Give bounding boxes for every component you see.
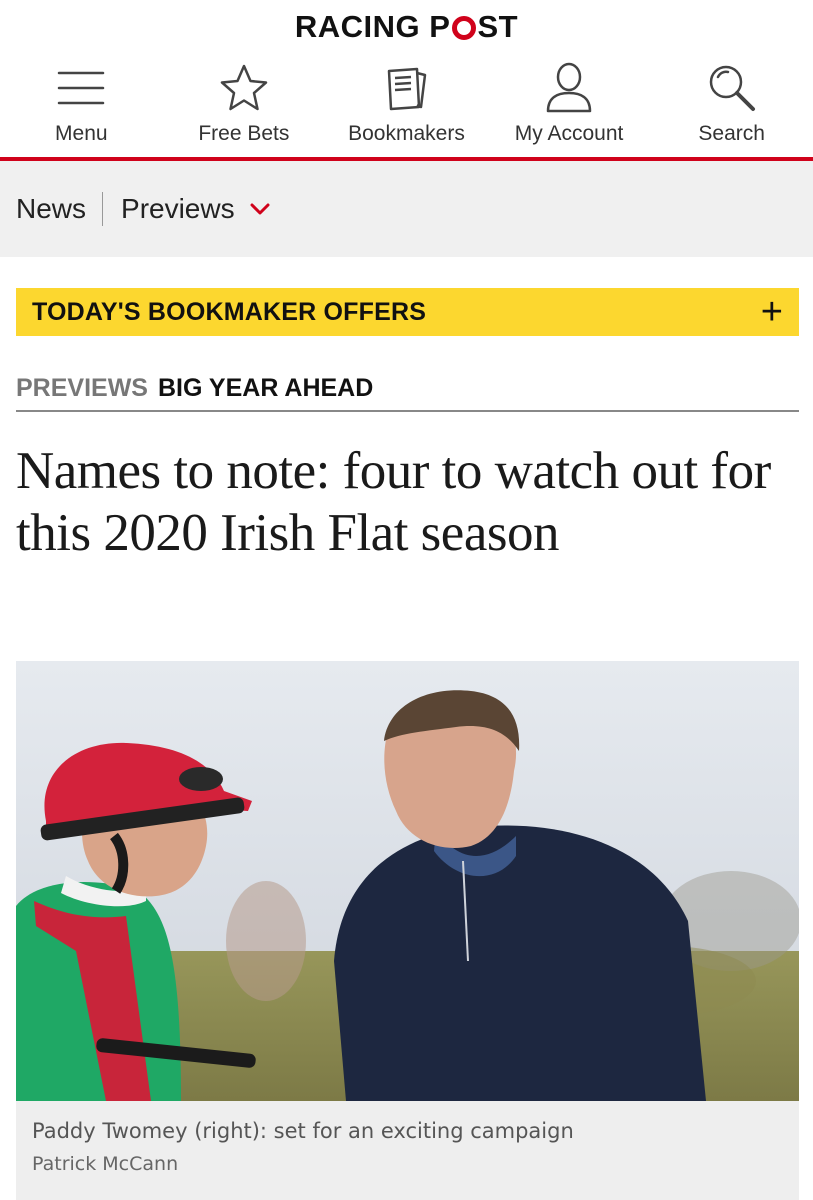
- article-section[interactable]: PREVIEWS: [16, 374, 148, 403]
- nav-bookmakers[interactable]: Bookmakers: [325, 54, 488, 158]
- star-icon: [214, 60, 274, 116]
- racing-post-logo[interactable]: RACING P ST: [295, 9, 518, 45]
- logo-text-start: RACING P: [294, 9, 451, 44]
- bookmakers-icon: [376, 60, 436, 116]
- article-headline: Names to note: four to watch out for thi…: [16, 442, 771, 562]
- user-icon: [539, 60, 599, 116]
- nav-menu[interactable]: Menu: [0, 54, 163, 158]
- nav-search[interactable]: Search: [650, 54, 813, 158]
- article-tag: BIG YEAR AHEAD: [157, 374, 374, 402]
- top-navigation: Menu Free Bets Bookmakers My Account Sea…: [0, 54, 813, 158]
- nav-bookmakers-label: Bookmakers: [348, 122, 465, 145]
- photo-credit: Patrick McCann: [32, 1153, 179, 1175]
- nav-my-account-label: My Account: [514, 122, 624, 145]
- bookmaker-offers-bar[interactable]: TODAY'S BOOKMAKER OFFERS +: [16, 288, 799, 336]
- nav-search-label: Search: [698, 122, 765, 145]
- nav-my-account[interactable]: My Account: [488, 54, 651, 158]
- logo-o-ring: [452, 16, 477, 40]
- article-photo[interactable]: [16, 661, 799, 1101]
- nav-free-bets-label: Free Bets: [198, 122, 290, 145]
- logo-text-end: ST: [477, 9, 519, 44]
- article-kicker: PREVIEWS BIG YEAR AHEAD: [16, 374, 799, 412]
- breadcrumb-divider: [102, 192, 104, 226]
- nav-menu-label: Menu: [55, 122, 108, 145]
- search-icon: [702, 60, 762, 116]
- caption-text: Paddy Twomey (right): set for an excitin…: [32, 1119, 574, 1143]
- bookmaker-offers-label: TODAY'S BOOKMAKER OFFERS: [32, 297, 427, 326]
- photo-caption: Paddy Twomey (right): set for an excitin…: [16, 1101, 799, 1200]
- breadcrumb-previews[interactable]: Previews: [121, 193, 235, 225]
- breadcrumb-news[interactable]: News: [16, 193, 86, 225]
- nav-free-bets[interactable]: Free Bets: [163, 54, 326, 158]
- header-logo-bar: RACING P ST: [0, 0, 813, 54]
- chevron-down-icon[interactable]: [249, 202, 271, 216]
- hamburger-icon: [51, 60, 111, 116]
- expand-plus-icon[interactable]: +: [761, 293, 783, 331]
- breadcrumb: News Previews: [0, 161, 813, 257]
